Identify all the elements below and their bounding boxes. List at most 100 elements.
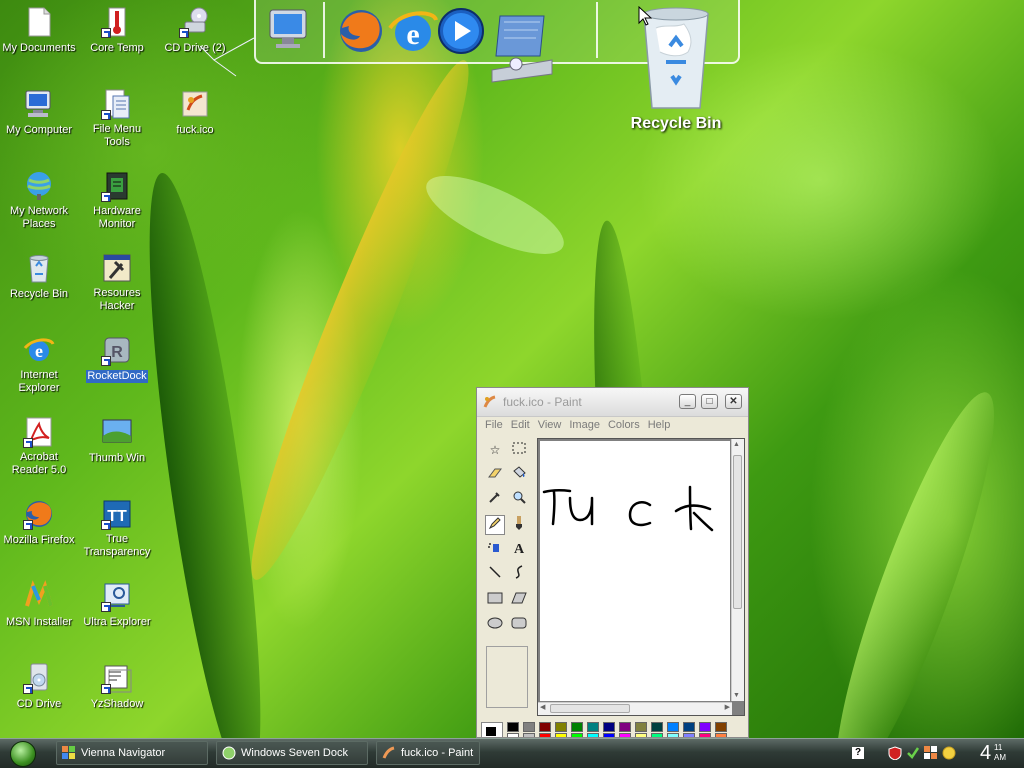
canvas-horizontal-scrollbar[interactable]: ◀ ▶	[538, 702, 732, 715]
palette-swatch[interactable]	[635, 722, 647, 732]
text-tool-icon[interactable]: A	[509, 540, 529, 560]
palette-swatch[interactable]	[555, 722, 567, 732]
desktop-icon-core-temp[interactable]: Core Temp	[78, 6, 156, 56]
desktop-icon-msn-installer[interactable]: MSN Installer	[0, 580, 78, 630]
security-shield-icon[interactable]	[888, 746, 902, 760]
taskbar-button-windows-seven-dock[interactable]: Windows Seven Dock	[216, 741, 368, 765]
taskbar-button-vienna-navigator[interactable]: Vienna Navigator	[56, 741, 208, 765]
clock-ampm: AM	[994, 753, 1006, 762]
desktop[interactable]: My Documents My Computer My Network Plac…	[0, 0, 1024, 738]
palette-swatch[interactable]	[699, 722, 711, 732]
monitor-icon[interactable]	[266, 6, 310, 59]
task-label: Windows Seven Dock	[241, 747, 348, 759]
airbrush-tool-icon[interactable]	[485, 540, 505, 560]
desktop-icon-cd-drive[interactable]: CD Drive	[0, 662, 78, 712]
help-icon[interactable]: ?	[852, 747, 864, 759]
menu-help[interactable]: Help	[644, 417, 675, 431]
firefox-icon[interactable]	[336, 6, 386, 61]
palette-swatch[interactable]	[523, 722, 535, 732]
ellipse-tool-icon[interactable]	[485, 615, 505, 635]
desktop-icon-my-computer[interactable]: My Computer	[0, 88, 78, 138]
palette-swatch[interactable]	[507, 722, 519, 732]
scroll-left-icon[interactable]: ◀	[540, 703, 545, 711]
rectangle-tool-icon[interactable]	[485, 590, 505, 610]
desktop-icon-hardware-monitor[interactable]: Hardware Monitor	[78, 170, 156, 232]
fill-bucket-tool-icon[interactable]	[509, 465, 529, 485]
messenger-icon[interactable]	[942, 746, 956, 760]
desktop-icon-acrobat[interactable]: Acrobat Reader 5.0	[0, 416, 78, 478]
palette-swatch[interactable]	[651, 722, 663, 732]
scroll-up-icon[interactable]: ▲	[733, 441, 740, 448]
magnifier-tool-icon[interactable]	[509, 490, 529, 510]
desktop-icon-rocketdock[interactable]: R RocketDock	[78, 334, 156, 384]
minimize-button[interactable]: _	[679, 394, 696, 409]
scroll-right-icon[interactable]: ▶	[725, 703, 730, 711]
palette-swatch[interactable]	[715, 722, 727, 732]
rect-select-tool-icon[interactable]	[509, 440, 529, 460]
windows-flag-icon[interactable]	[924, 746, 938, 760]
desktop-icon-my-documents[interactable]: My Documents	[0, 6, 78, 56]
menu-edit[interactable]: Edit	[507, 417, 534, 431]
line-tool-icon[interactable]	[485, 565, 505, 585]
maximize-button[interactable]: □	[701, 394, 718, 409]
desktop-icon-file-menu-tools[interactable]: File Menu Tools	[78, 88, 156, 150]
paint-window[interactable]: fuck.ico - Paint _ □ ✕ File Edit View Image…	[476, 387, 749, 738]
foreground-color	[485, 726, 497, 737]
desktop-icon-resource-hacker[interactable]: Resoures Hacker	[78, 252, 156, 314]
desktop-icon-fuck-ico[interactable]: fuck.ico	[156, 88, 234, 138]
desktop-icon-network-places[interactable]: My Network Places	[0, 170, 78, 232]
palette-swatch[interactable]	[571, 722, 583, 732]
desktop-icon-label: Mozilla Firefox	[3, 534, 75, 546]
tool-options-box[interactable]	[486, 646, 528, 708]
drawing-canvas[interactable]	[540, 441, 730, 701]
canvas-vertical-scrollbar[interactable]: ▲ ▼	[731, 439, 744, 701]
palette-swatch[interactable]	[683, 722, 695, 732]
rounded-rectangle-tool-icon[interactable]	[509, 615, 529, 635]
recycle-bin-large[interactable]: Recycle Bin	[620, 6, 732, 133]
current-colors[interactable]	[481, 722, 503, 737]
palette-swatch[interactable]	[539, 722, 551, 732]
desktop-icon-firefox[interactable]: Mozilla Firefox	[0, 498, 78, 548]
taskbar-button-paint[interactable]: fuck.ico - Paint	[376, 741, 480, 765]
paint-title-bar[interactable]: fuck.ico - Paint _ □ ✕	[477, 388, 748, 417]
menu-image[interactable]: Image	[565, 417, 604, 431]
vertical-scroll-thumb[interactable]	[733, 455, 742, 609]
desktop-icon-label: Core Temp	[90, 42, 144, 54]
paint-app-icon	[382, 746, 395, 759]
desktop-icon-ultra-explorer[interactable]: Ultra Explorer	[78, 580, 156, 630]
close-button[interactable]: ✕	[725, 394, 742, 409]
palette-swatch[interactable]	[587, 722, 599, 732]
desktop-icon-true-transparency[interactable]: TT True Transparency	[78, 498, 156, 560]
pencil-tool-icon[interactable]	[485, 515, 505, 535]
start-button[interactable]	[10, 741, 36, 767]
menu-colors[interactable]: Colors	[604, 417, 644, 431]
desktop-icon-thumb-win[interactable]: Thumb Win	[78, 416, 156, 466]
menu-file[interactable]: File	[481, 417, 507, 431]
desktop-icon-yzshadow[interactable]: YzShadow	[78, 662, 156, 712]
paint-menu-bar: File Edit View Image Colors Help	[477, 417, 748, 435]
desktop-icon-internet-explorer[interactable]: e Internet Explorer	[0, 334, 78, 396]
my-documents-icon	[23, 6, 55, 38]
dock-separator	[596, 2, 598, 58]
control-panel-icon[interactable]	[488, 12, 558, 93]
palette-swatch[interactable]	[603, 722, 615, 732]
task-label: fuck.ico - Paint	[401, 747, 474, 759]
desktop-icon-recycle-bin[interactable]: Recycle Bin	[0, 252, 78, 302]
brush-tool-icon[interactable]	[509, 515, 529, 535]
color-picker-tool-icon[interactable]	[485, 490, 505, 510]
internet-explorer-icon[interactable]: e	[388, 6, 438, 61]
palette-swatch[interactable]	[667, 722, 679, 732]
polygon-tool-icon[interactable]	[509, 590, 529, 610]
scroll-down-icon[interactable]: ▼	[733, 692, 740, 699]
media-player-icon[interactable]	[436, 6, 486, 61]
palette-swatch[interactable]	[619, 722, 631, 732]
curve-tool-icon[interactable]	[509, 565, 529, 585]
desktop-icon-label: True Transparency	[83, 533, 151, 558]
horizontal-scroll-thumb[interactable]	[550, 704, 630, 713]
checkmark-icon[interactable]	[906, 746, 920, 760]
menu-view[interactable]: View	[534, 417, 566, 431]
clock[interactable]: 4 11 AM	[980, 741, 1020, 767]
eraser-tool-icon[interactable]	[485, 465, 505, 485]
free-select-tool-icon[interactable]: ☆	[485, 440, 505, 460]
ico-file-icon	[179, 88, 211, 120]
